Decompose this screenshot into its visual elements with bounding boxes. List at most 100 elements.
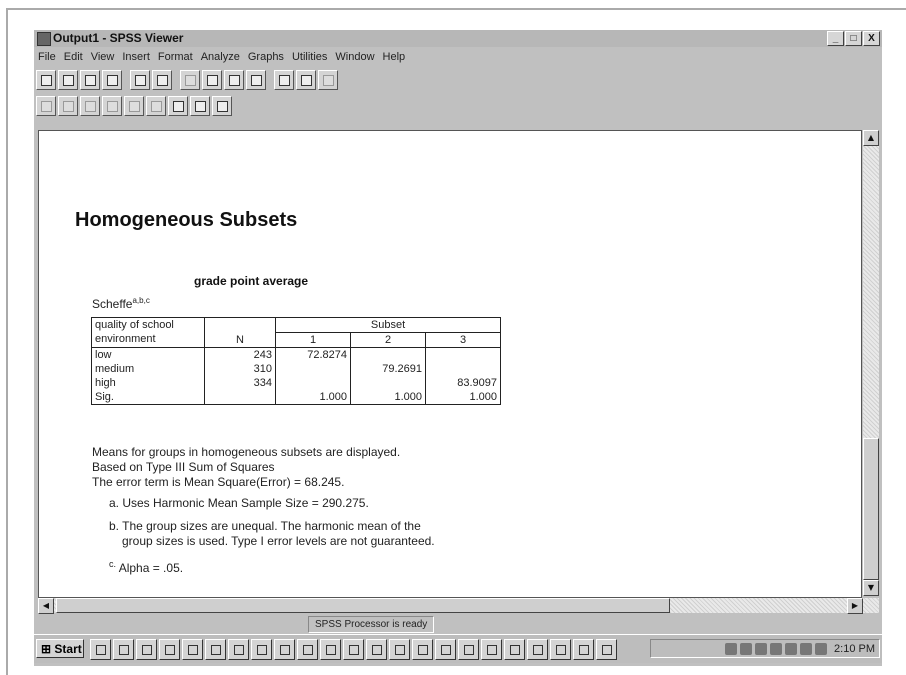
status-bar: SPSS Processor is ready	[34, 616, 882, 633]
row-s1-high	[275, 376, 351, 390]
menu-graphs[interactable]: Graphs	[244, 51, 288, 63]
menu-window[interactable]: Window	[331, 51, 378, 63]
stop-processor-button[interactable]	[318, 70, 338, 90]
plus-icon	[85, 101, 96, 112]
taskbar-app-icon[interactable]	[228, 639, 249, 660]
taskbar-app-icon[interactable]	[113, 639, 134, 660]
title-icon	[195, 101, 206, 112]
menu-analyze[interactable]: Analyze	[197, 51, 244, 63]
tray-app-icon[interactable]	[770, 642, 783, 655]
tray-app-icon[interactable]	[755, 642, 768, 655]
header-subset: Subset	[275, 317, 501, 333]
taskbar-app-icon[interactable]	[527, 639, 548, 660]
taskbar-app-icon[interactable]	[435, 639, 456, 660]
scroll-left-arrow-icon[interactable]: ◀	[38, 598, 54, 614]
taskbar-app-icon[interactable]	[320, 639, 341, 660]
taskbar-app-icon[interactable]	[481, 639, 502, 660]
vertical-scrollbar[interactable]: ▲ ▼	[863, 130, 879, 596]
row-s2-low	[350, 347, 426, 362]
hide-button[interactable]	[146, 96, 166, 116]
print-button[interactable]	[80, 70, 100, 90]
header-environment: quality of school environment	[91, 317, 205, 348]
footnote-b-line2: group sizes is used. Type I error levels…	[122, 534, 435, 548]
menu-insert[interactable]: Insert	[118, 51, 154, 63]
horizontal-scroll-thumb[interactable]	[56, 598, 670, 613]
taskbar-app-icon[interactable]	[366, 639, 387, 660]
homogeneous-subsets-table[interactable]: quality of school environment N Subset 1…	[91, 317, 501, 405]
row-s2-medium: 79.2691	[350, 362, 426, 376]
demote-button[interactable]	[58, 96, 78, 116]
start-button[interactable]: ⊞ Start	[36, 639, 84, 658]
tray-app-icon[interactable]	[800, 642, 813, 655]
volume-icon[interactable]	[725, 642, 738, 655]
footnote-b: b. The group sizes are unequal. The harm…	[109, 519, 435, 549]
footnote-b-line1: b. The group sizes are unequal. The harm…	[109, 519, 421, 533]
designate-window-button[interactable]	[296, 70, 316, 90]
taskbar-app-icon[interactable]	[136, 639, 157, 660]
language-indicator-icon[interactable]	[815, 642, 828, 655]
save-button[interactable]	[58, 70, 78, 90]
table-row: Sig. 1.000 1.000 1.000	[91, 390, 501, 405]
taskbar-app-icon[interactable]	[90, 639, 111, 660]
taskbar-app-icon[interactable]	[297, 639, 318, 660]
scroll-down-arrow-icon[interactable]: ▼	[863, 580, 879, 596]
taskbar-app-icon[interactable]	[573, 639, 594, 660]
quick-launch-and-tasks	[90, 639, 617, 660]
expand-button[interactable]	[80, 96, 100, 116]
taskbar-app-icon[interactable]	[504, 639, 525, 660]
network-icon[interactable]	[740, 642, 753, 655]
insert-heading-button[interactable]	[168, 96, 188, 116]
variables-button[interactable]	[246, 70, 266, 90]
open-file-button[interactable]	[36, 70, 56, 90]
menu-bar: File Edit View Insert Format Analyze Gra…	[34, 48, 882, 65]
taskbar-app-icon[interactable]	[596, 639, 617, 660]
minimize-button[interactable]: _	[827, 31, 844, 46]
taskbar-app-icon[interactable]	[389, 639, 410, 660]
horizontal-scrollbar[interactable]: ◀ ▶	[38, 598, 879, 614]
taskbar-app-icon[interactable]	[458, 639, 479, 660]
menu-view[interactable]: View	[87, 51, 119, 63]
recall-dialog-button[interactable]	[152, 70, 172, 90]
subset-1-label: 1	[275, 332, 351, 348]
maximize-button[interactable]: □	[845, 31, 862, 46]
subset-2-label: 2	[350, 332, 426, 348]
system-tray: 2:10 PM	[650, 639, 880, 658]
export-icon	[135, 75, 146, 86]
taskbar-app-icon[interactable]	[274, 639, 295, 660]
tray-app-icon[interactable]	[785, 642, 798, 655]
insert-title-button[interactable]	[190, 96, 210, 116]
vertical-scroll-thumb[interactable]	[863, 438, 879, 580]
promote-button[interactable]	[36, 96, 56, 116]
clock[interactable]: 2:10 PM	[834, 643, 875, 655]
show-button[interactable]	[124, 96, 144, 116]
menu-file[interactable]: File	[34, 51, 60, 63]
windows-taskbar: ⊞ Start 2:10 PM	[34, 634, 882, 663]
taskbar-app-icon[interactable]	[412, 639, 433, 660]
goto-data-button[interactable]	[202, 70, 222, 90]
taskbar-app-icon[interactable]	[159, 639, 180, 660]
close-button[interactable]: X	[863, 31, 880, 46]
menu-format[interactable]: Format	[154, 51, 197, 63]
scroll-up-arrow-icon[interactable]: ▲	[863, 130, 879, 146]
taskbar-app-icon[interactable]	[251, 639, 272, 660]
taskbar-app-icon[interactable]	[550, 639, 571, 660]
taskbar-app-icon[interactable]	[205, 639, 226, 660]
row-s1-low: 72.8274	[275, 347, 351, 362]
collapse-button[interactable]	[102, 96, 122, 116]
print-preview-button[interactable]	[102, 70, 122, 90]
row-s2-high	[350, 376, 426, 390]
goto-chart-button[interactable]	[224, 70, 244, 90]
export-button[interactable]	[130, 70, 150, 90]
menu-edit[interactable]: Edit	[60, 51, 87, 63]
taskbar-app-icon[interactable]	[343, 639, 364, 660]
menu-help[interactable]: Help	[379, 51, 410, 63]
undo-button[interactable]	[180, 70, 200, 90]
output-document-pane[interactable]: Homogeneous Subsets grade point average …	[38, 130, 862, 598]
taskbar-app-icon[interactable]	[182, 639, 203, 660]
find-button[interactable]	[274, 70, 294, 90]
table-title: grade point average	[194, 274, 309, 288]
insert-text-button[interactable]	[212, 96, 232, 116]
scroll-right-arrow-icon[interactable]: ▶	[847, 598, 863, 614]
menu-utilities[interactable]: Utilities	[288, 51, 331, 63]
window-icon	[301, 75, 312, 86]
